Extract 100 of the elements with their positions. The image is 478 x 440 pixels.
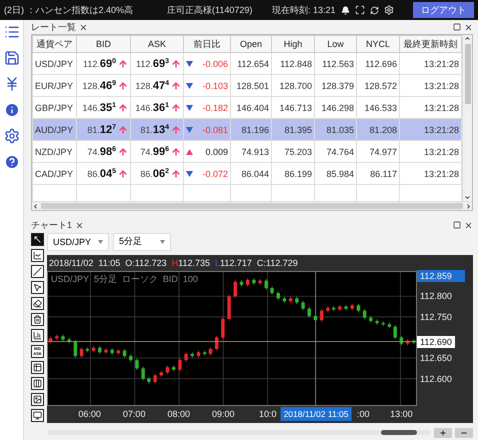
chart-subtitle: USD/JPY 5分足 ローソク BID 100 [51, 272, 198, 286]
candle [308, 306, 311, 318]
caret-icon[interactable] [98, 240, 103, 244]
maximize-icon[interactable] [453, 221, 461, 230]
column-header[interactable]: 通貨ペア [32, 36, 76, 53]
maximize-icon[interactable] [453, 22, 461, 32]
candle [369, 316, 373, 324]
save-icon[interactable] [4, 50, 20, 66]
vertical-scrollbar[interactable] [462, 35, 472, 202]
price-text: 74.98$^{6}$ [87, 146, 116, 158]
eraser-icon[interactable] [31, 296, 44, 310]
candle [67, 337, 71, 344]
rate-row[interactable]: AUD/JPY 81.12$^{7}$ 81.13$^{4}$ -0.081 81.196 81.395 81.035 81.208 13:21:28 [32, 118, 462, 141]
candle [406, 338, 410, 346]
candle [135, 358, 139, 370]
column-header[interactable]: BID [76, 36, 130, 53]
fullscreen-icon[interactable] [354, 5, 365, 15]
chart-scrollbar[interactable] [47, 430, 431, 436]
candle [61, 334, 65, 342]
refresh-icon[interactable] [370, 6, 379, 14]
candle [350, 303, 354, 311]
chevron-down-icon[interactable] [464, 194, 471, 202]
bar-chart-icon[interactable] [31, 328, 44, 342]
logout-button[interactable]: ログアウト [413, 2, 474, 18]
panel-tab[interactable]: チャート1 [31, 219, 72, 232]
change-value: 0.009 [205, 146, 228, 157]
change-value: -0.081 [202, 124, 228, 135]
columns-icon[interactable] [31, 376, 44, 390]
candle [382, 321, 385, 326]
news-ticker: (2日) ：ハンセン指数は2.40%高 [4, 4, 134, 16]
price-text: 112.69$^{3}$ [136, 58, 169, 70]
symbol-select[interactable]: USD/JPY [47, 232, 109, 251]
close-icon[interactable] [464, 221, 473, 230]
candle [153, 373, 157, 384]
rate-row[interactable]: NZD/JPY 74.98$^{6}$ 74.99$^{6}$ 0.009 74.913 75.203 74.764 74.977 13:21:28 [32, 140, 462, 163]
candle [227, 294, 231, 321]
column-header[interactable]: 前日比 [184, 36, 230, 53]
column-header[interactable]: Low [314, 36, 356, 53]
candle [332, 306, 336, 312]
candle [338, 304, 342, 312]
change-value: -0.182 [202, 102, 228, 113]
candle [258, 278, 262, 286]
chevron-right-icon[interactable] [465, 202, 472, 210]
caret-icon[interactable] [160, 240, 165, 244]
bell-icon[interactable] [340, 6, 350, 14]
image-icon[interactable] [31, 392, 44, 406]
close-icon[interactable] [75, 221, 84, 230]
plus-icon [439, 428, 447, 437]
candle [141, 366, 145, 381]
settings-icon[interactable] [4, 128, 20, 144]
candle [326, 306, 330, 313]
time-label: 13:00 [390, 408, 413, 419]
table-icon[interactable] [31, 360, 44, 374]
candle [246, 278, 250, 287]
pointer-icon[interactable] [31, 280, 44, 294]
horizontal-scrollbar[interactable] [32, 201, 472, 210]
column-header[interactable]: High [272, 36, 314, 53]
close-icon[interactable] [79, 22, 88, 32]
price-text: 146.36$^{1}$ [135, 102, 169, 114]
price-tag: 112.859 [417, 270, 465, 282]
price-text: 146.35$^{1}$ [82, 102, 116, 114]
trash-icon[interactable] [31, 312, 44, 326]
line-icon[interactable] [31, 264, 44, 278]
rate-row[interactable]: CAD/JPY 86.04$^{5}$ 86.06$^{2}$ -0.072 86.044 86.199 85.984 86.117 13:21:28 [32, 162, 462, 185]
candle [208, 346, 212, 356]
price-label: 112.800 [419, 290, 453, 302]
candle [147, 376, 151, 384]
zoom-in-button[interactable] [434, 428, 452, 438]
info-icon[interactable] [4, 102, 20, 118]
rate-row[interactable]: EUR/JPY 128.46$^{9}$ 128.47$^{4}$ -0.103 128.501 128.700 128.379 128.572 13:21:28 [32, 74, 462, 97]
rate-row[interactable]: GBP/JPY 146.35$^{1}$ 146.36$^{1}$ -0.182 146.404 146.713 146.298 146.533 13:21:28 [32, 96, 462, 119]
time-label: 08:00 [167, 408, 190, 419]
panel-tab[interactable]: レート一覧 [31, 20, 76, 34]
close-icon[interactable] [464, 22, 473, 32]
help-icon[interactable] [4, 154, 20, 170]
chevron-up-icon[interactable] [464, 35, 471, 42]
chart-time: 11:05 [98, 258, 120, 268]
chevron-left-icon[interactable] [32, 202, 39, 210]
candle [264, 278, 268, 290]
candle [362, 308, 366, 320]
menu-icon[interactable] [4, 24, 20, 40]
price-text: 81.13$^{4}$ [140, 124, 169, 136]
change-value: -0.072 [202, 168, 228, 179]
zoom-out-button[interactable] [455, 428, 473, 438]
column-header[interactable]: NYCL [356, 36, 400, 53]
candle [98, 346, 102, 354]
rate-row[interactable]: USD/JPY 112.69$^{0}$ 112.69$^{3}$ -0.006 112.654 112.848 112.563 112.696 13:21:28 [32, 52, 462, 75]
crosshair-label: 2018/11/02 11:05 [280, 406, 352, 421]
candle [295, 296, 299, 304]
period-select[interactable]: 5分足 [113, 232, 171, 251]
change-value: -0.103 [202, 80, 228, 91]
time-label: 06:00 [78, 408, 101, 419]
candle [110, 348, 114, 356]
line-chart-icon[interactable] [31, 248, 44, 262]
candle [412, 338, 416, 344]
column-header[interactable]: 最終更新時刻 [400, 36, 462, 53]
high-value: H112.735 [172, 258, 210, 268]
monitor-icon[interactable] [31, 408, 44, 422]
column-header[interactable]: ASK [130, 36, 184, 53]
column-header[interactable]: Open [230, 36, 272, 53]
